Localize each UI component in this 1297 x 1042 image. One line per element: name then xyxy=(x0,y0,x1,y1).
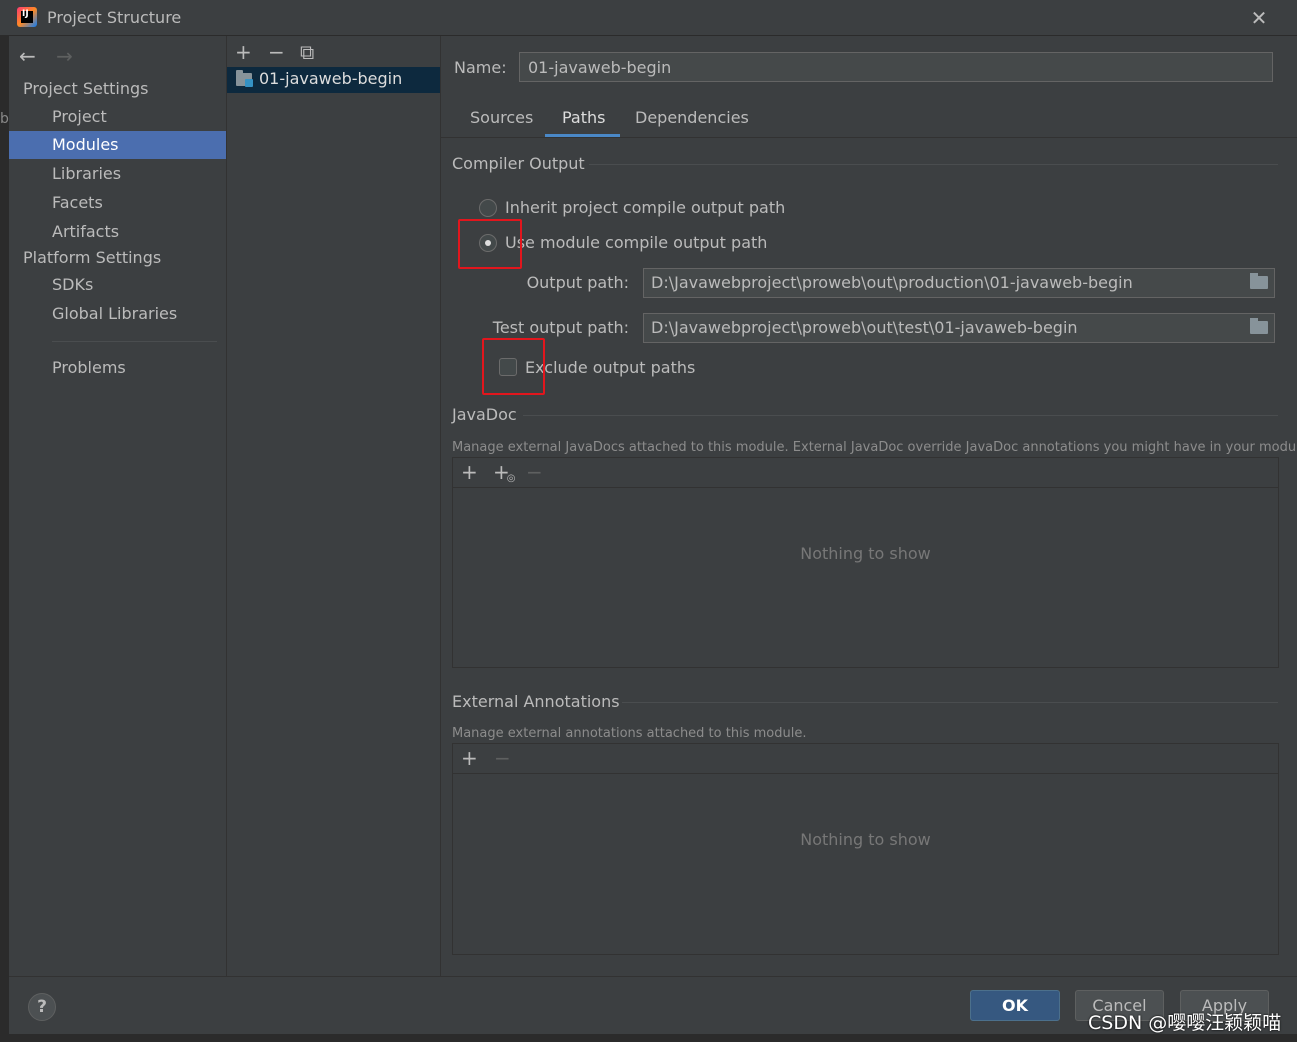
exclude-output-paths-checkbox[interactable] xyxy=(499,358,517,376)
name-label: Name: xyxy=(454,58,507,77)
window-bottom-edge xyxy=(0,1034,1297,1042)
sidebar-item-problems[interactable]: Problems xyxy=(9,354,226,382)
external-annotations-list-panel: + − Nothing to show xyxy=(452,743,1279,955)
compiler-output-rule xyxy=(589,164,1278,165)
module-folder-icon xyxy=(236,70,253,87)
history-navigation: ← → xyxy=(19,44,73,68)
inherit-output-radio[interactable] xyxy=(479,199,497,217)
module-name-field[interactable] xyxy=(519,52,1273,82)
sidebar-item-project[interactable]: Project xyxy=(9,103,226,131)
javadoc-title: JavaDoc xyxy=(452,405,517,424)
sidebar-item-artifacts[interactable]: Artifacts xyxy=(9,218,226,246)
tab-paths[interactable]: Paths xyxy=(562,108,605,127)
output-path-value: D:\Javawebproject\proweb\out\production\… xyxy=(651,273,1133,292)
back-arrow-icon[interactable]: ← xyxy=(19,44,36,68)
tab-dependencies[interactable]: Dependencies xyxy=(635,108,749,127)
test-output-path-label: Test output path: xyxy=(492,318,629,337)
external-annotations-rule xyxy=(622,702,1278,703)
sidebar-item-global-libraries[interactable]: Global Libraries xyxy=(9,300,226,328)
test-output-path-field[interactable]: D:\Javawebproject\proweb\out\test\01-jav… xyxy=(643,313,1275,343)
copy-module-icon[interactable]: ⧉ xyxy=(300,40,314,64)
modules-list-panel: + − ⧉ 01-javaweb-begin xyxy=(227,36,441,976)
javadoc-description: Manage external JavaDocs attached to thi… xyxy=(452,440,1297,455)
javadoc-toolbar: + +◎ − xyxy=(453,458,1278,488)
javadoc-empty-text: Nothing to show xyxy=(800,544,931,563)
background-window-edge: b xyxy=(0,36,9,1042)
output-path-label: Output path: xyxy=(526,273,629,292)
browse-folder-icon[interactable] xyxy=(1250,318,1268,334)
sidebar-divider xyxy=(52,341,217,342)
add-javadoc-icon[interactable]: + xyxy=(461,460,478,484)
app-icon-letters: IJ xyxy=(22,9,29,19)
settings-sidebar: ← → Project Settings Project Modules Lib… xyxy=(9,36,227,976)
output-path-field[interactable]: D:\Javawebproject\proweb\out\production\… xyxy=(643,268,1275,298)
module-detail-panel: Name: Sources Paths Dependencies Compile… xyxy=(441,36,1297,976)
help-button[interactable]: ? xyxy=(28,993,56,1021)
window-title: Project Structure xyxy=(47,8,182,27)
remove-javadoc-icon[interactable]: − xyxy=(526,460,543,484)
ok-button[interactable]: OK xyxy=(970,990,1060,1021)
test-output-path-value: D:\Javawebproject\proweb\out\test\01-jav… xyxy=(651,318,1078,337)
tab-sources[interactable]: Sources xyxy=(470,108,533,127)
sidebar-item-sdks[interactable]: SDKs xyxy=(9,271,226,299)
background-window-char: b xyxy=(0,111,9,127)
project-settings-heading: Project Settings xyxy=(23,79,149,98)
tabs-divider xyxy=(441,137,1297,138)
intellij-app-icon: IJ xyxy=(17,7,37,27)
external-annotations-description: Manage external annotations attached to … xyxy=(452,726,807,741)
forward-arrow-icon[interactable]: → xyxy=(56,44,73,68)
module-name: 01-javaweb-begin xyxy=(259,69,403,88)
external-annotations-empty-text: Nothing to show xyxy=(800,830,931,849)
csdn-watermark: CSDN @嘤嘤汪颖颖喵 xyxy=(1088,1012,1282,1034)
javadoc-rule xyxy=(523,415,1278,416)
exclude-output-paths-label[interactable]: Exclude output paths xyxy=(525,358,695,377)
sidebar-item-libraries[interactable]: Libraries xyxy=(9,160,226,188)
external-annotations-title: External Annotations xyxy=(452,692,620,711)
use-module-output-label[interactable]: Use module compile output path xyxy=(505,233,767,252)
browse-folder-icon[interactable] xyxy=(1250,273,1268,289)
add-javadoc-url-icon[interactable]: +◎ xyxy=(493,460,519,484)
sidebar-item-facets[interactable]: Facets xyxy=(9,189,226,217)
add-module-icon[interactable]: + xyxy=(235,40,252,64)
platform-settings-heading: Platform Settings xyxy=(23,248,162,267)
title-bar: IJ Project Structure ✕ xyxy=(0,0,1297,36)
add-annotation-icon[interactable]: + xyxy=(461,746,478,770)
javadoc-list-panel: + +◎ − Nothing to show xyxy=(452,457,1279,668)
module-list-item[interactable]: 01-javaweb-begin xyxy=(227,67,440,93)
external-annotations-toolbar: + − xyxy=(453,744,1278,774)
compiler-output-title: Compiler Output xyxy=(452,154,585,173)
use-module-output-radio[interactable] xyxy=(479,234,497,252)
close-icon[interactable]: ✕ xyxy=(1249,6,1269,30)
remove-module-icon[interactable]: − xyxy=(268,40,285,64)
remove-annotation-icon[interactable]: − xyxy=(494,746,511,770)
inherit-output-label[interactable]: Inherit project compile output path xyxy=(505,198,785,217)
sidebar-item-modules[interactable]: Modules xyxy=(9,131,226,159)
